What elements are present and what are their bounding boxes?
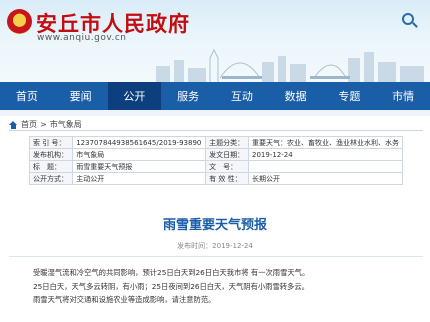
nav-item-news[interactable]: 要闻 bbox=[54, 82, 108, 110]
table-row: 发布机构： 市气象局 发文日期： 2019-12-24 bbox=[28, 148, 403, 161]
main-nav: 首页 要闻 公开 服务 互动 数据 专题 市情 bbox=[0, 82, 430, 110]
nav-item-data[interactable]: 数据 bbox=[269, 82, 323, 110]
validity-value: 长期公开 bbox=[248, 172, 403, 185]
publisher-label: 发布机构： bbox=[28, 148, 74, 161]
article-paragraph: 受暖湿气流和冷空气的共同影响，预计25日白天到26日白天我市将 有一次雨雪天气。 bbox=[33, 268, 310, 277]
docno-label: 文 号： bbox=[205, 160, 249, 173]
nav-item-home[interactable]: 首页 bbox=[0, 82, 54, 110]
index-value: 123707844938561645/2019-93890 bbox=[72, 136, 207, 149]
scope-label: 公开方式： bbox=[28, 172, 74, 185]
table-row: 公开方式： 主动公开 有 效 性： 长期公开 bbox=[28, 172, 403, 185]
category-label: 主题分类： bbox=[205, 136, 249, 149]
city-skyline-image bbox=[156, 48, 424, 82]
docno-value bbox=[248, 160, 403, 173]
nav-item-interaction[interactable]: 互动 bbox=[215, 82, 269, 110]
nav-item-topics[interactable]: 专题 bbox=[323, 82, 377, 110]
date-value: 2019-12-24 bbox=[248, 148, 403, 161]
search-icon[interactable] bbox=[402, 13, 414, 25]
home-icon bbox=[9, 120, 18, 129]
site-header: 安丘市人民政府 www.anqiu.gov.cn bbox=[0, 0, 430, 82]
article-divider bbox=[9, 256, 423, 257]
date-label: 发文日期： bbox=[205, 148, 249, 161]
table-row: 索 引 号： 123707844938561645/2019-93890 主题分… bbox=[28, 136, 403, 149]
publisher-value: 市气象局 bbox=[72, 148, 207, 161]
title-label: 标 题： bbox=[28, 160, 74, 173]
breadcrumb-home[interactable]: 首页 bbox=[21, 119, 37, 130]
site-url: www.anqiu.gov.cn bbox=[37, 33, 127, 43]
nav-item-services[interactable]: 服务 bbox=[161, 82, 215, 110]
nav-item-city-info[interactable]: 市情 bbox=[376, 82, 430, 110]
table-row: 标 题： 雨雪重要天气预报 文 号： bbox=[28, 160, 403, 173]
article-paragraph: 25日白天，天气多云转阴，有小雨；25日夜间到26日白天，天气阴有小雨雪转多云。 bbox=[33, 281, 309, 291]
scope-value: 主动公开 bbox=[72, 172, 207, 185]
category-value: 重要天气：农业、畜牧业、渔业林业水利、水务 bbox=[248, 136, 403, 149]
national-emblem-icon bbox=[7, 9, 32, 34]
article-paragraph: 雨雪天气将对交通和设施农业等造成影响，请注意防范。 bbox=[33, 295, 216, 304]
article-title: 雨雪重要天气预报 bbox=[162, 218, 267, 233]
title-value: 雨雪重要天气预报 bbox=[72, 160, 207, 173]
header-tools bbox=[402, 13, 414, 25]
index-label: 索 引 号： bbox=[28, 136, 74, 149]
breadcrumb: 首页 > 市气象局 bbox=[9, 119, 82, 130]
nav-divider bbox=[0, 110, 430, 116]
nav-item-disclosure[interactable]: 公开 bbox=[107, 82, 162, 110]
breadcrumb-separator: > bbox=[40, 120, 47, 129]
breadcrumb-divider bbox=[9, 130, 423, 131]
article-date: 发布时间：2019-12-24 bbox=[177, 242, 253, 250]
breadcrumb-current[interactable]: 市气象局 bbox=[50, 119, 82, 130]
document-info-table: 索 引 号： 123707844938561645/2019-93890 主题分… bbox=[28, 136, 403, 185]
article-body: 受暖湿气流和冷空气的共同影响，预计25日白天到26日白天我市将 有一次雨雪天气。… bbox=[33, 266, 413, 307]
validity-label: 有 效 性： bbox=[205, 172, 249, 185]
